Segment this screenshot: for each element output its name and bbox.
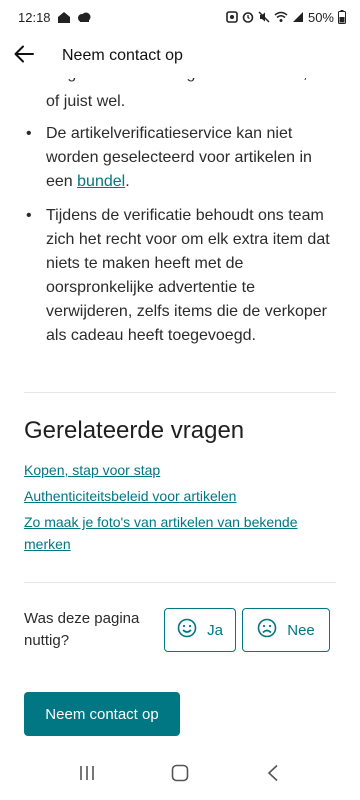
back-nav-icon: [267, 764, 279, 787]
battery-percent: 50%: [307, 9, 334, 25]
related-link-photo-guide[interactable]: Zo maak je foto's van artikelen van beke…: [24, 511, 336, 555]
back-button[interactable]: [4, 36, 44, 76]
feedback-no-label: Nee: [287, 621, 315, 639]
arrow-left-icon: [14, 45, 34, 68]
home-icon: [171, 764, 189, 787]
bullet-text: De artikelverificatieservice kan niet wo…: [46, 125, 312, 190]
related-link-authenticity-policy[interactable]: Authenticiteitsbeleid voor artikelen: [24, 485, 336, 507]
home-status-icon: [57, 11, 71, 24]
mute-icon: [258, 11, 270, 23]
article-text-line: of juist wel.: [46, 93, 126, 110]
screenshot-icon: [226, 11, 238, 23]
feedback-no-button[interactable]: Nee: [242, 608, 330, 652]
status-right: 50%: [226, 10, 346, 25]
battery-icon: [338, 10, 346, 24]
status-left: 12:18: [18, 10, 91, 25]
status-bar: 12:18 50%: [0, 0, 360, 34]
feedback-yes-button[interactable]: Ja: [164, 608, 236, 652]
page-title: Neem contact op: [62, 47, 183, 64]
wifi-icon: [274, 11, 288, 23]
bullet-list: • De artikelverificatieservice kan niet …: [0, 122, 360, 358]
frown-icon: [257, 618, 277, 642]
bullet-dot: •: [26, 207, 32, 224]
smile-icon: [177, 618, 197, 642]
contact-us-button[interactable]: Neem contact op: [24, 692, 180, 736]
bullet-text: Tijdens de verificatie behoudt ons team …: [46, 207, 330, 344]
bundle-link[interactable]: bundel: [77, 173, 125, 190]
recent-apps-icon: [78, 765, 96, 786]
cloud-icon: [77, 11, 91, 23]
feedback-section: Was deze pagina nuttig? Ja Nee: [24, 608, 336, 652]
bullet-item: • De artikelverificatieservice kan niet …: [24, 122, 342, 194]
feedback-yes-label: Ja: [207, 621, 223, 639]
related-questions-title: Gerelateerde vragen: [24, 417, 245, 444]
back-nav-button[interactable]: [253, 755, 293, 795]
system-nav-bar: [0, 750, 360, 800]
home-button[interactable]: [160, 755, 200, 795]
app-bar: Neem contact op: [0, 34, 360, 78]
recent-apps-button[interactable]: [67, 755, 107, 795]
bullet-item: • Tijdens de verificatie behoudt ons tea…: [24, 204, 342, 348]
divider: [24, 582, 336, 583]
feedback-question: Was deze pagina nuttig?: [24, 610, 140, 649]
divider: [24, 392, 336, 393]
related-links: Kopen, stap voor stap Authenticiteitsbel…: [24, 459, 336, 559]
status-time: 12:18: [18, 9, 51, 25]
signal-icon: [292, 11, 304, 23]
article-content[interactable]: langer in aanmerking voor verificatie, o…: [0, 60, 360, 750]
alarm-icon: [242, 11, 254, 23]
bullet-dot: •: [26, 125, 32, 142]
related-link-buying-steps[interactable]: Kopen, stap voor stap: [24, 459, 336, 481]
